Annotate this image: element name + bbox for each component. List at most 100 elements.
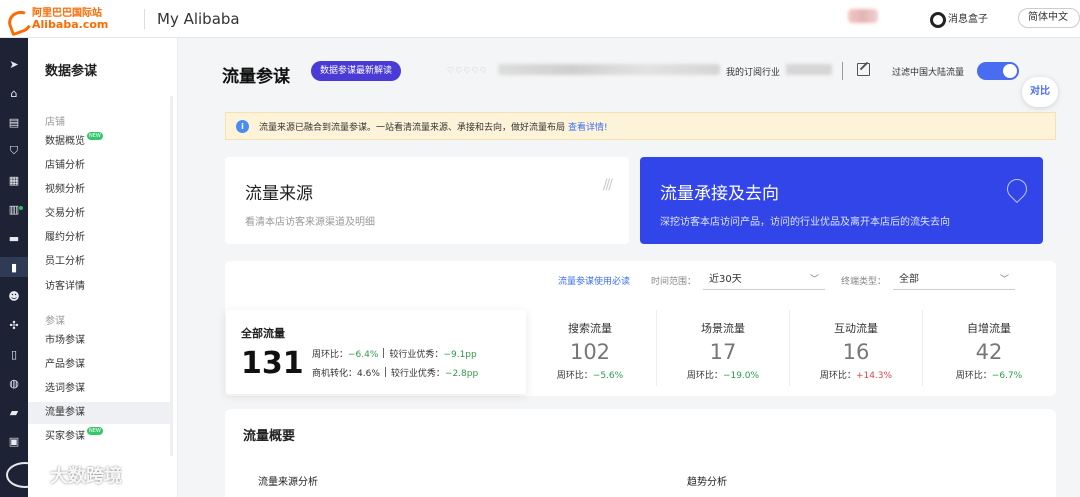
user-avatar[interactable]: [848, 9, 878, 23]
notice-text: 流量来源已融合到流量参谋。一站看清流量来源、承接和去向，做好流量布局: [259, 122, 566, 133]
side-menu: 数据参谋 店铺 数据概览 NEW 店铺分析 视频分析 交易分析 履约分析 员工分析…: [28, 38, 178, 497]
menu-item-traffic-advisor[interactable]: 流量参谋: [28, 402, 170, 424]
home-icon[interactable]: ⌂: [0, 83, 28, 103]
chevron-down-icon: ﹀: [809, 275, 819, 285]
menu-title: 数据参谋: [45, 64, 98, 79]
logo-en-text: Alibaba.com: [32, 17, 109, 31]
top-bar: 阿里巴巴国际站 Alibaba.com My Alibaba: [0, 0, 1080, 38]
store-icon[interactable]: ▥: [0, 199, 28, 219]
message-box-label: 消息盒子: [948, 13, 988, 25]
card-title: 流量承接及去向: [660, 184, 779, 204]
alibaba-logo[interactable]: 阿里巴巴国际站 Alibaba.com: [6, 8, 130, 30]
watermark-logo-icon: [6, 462, 44, 488]
new-badge: NEW: [87, 132, 103, 140]
users-icon[interactable]: ☻: [0, 286, 28, 306]
total-traffic-value: 131: [241, 346, 304, 381]
traffic-destination-card[interactable]: 流量承接及去向 深挖访客本店访问产品，访问的行业优品及离开本店后的流失去向: [640, 157, 1043, 244]
language-value: 简体中文: [1028, 12, 1068, 23]
card-subtitle: 看清本店访客来源渠道及明细: [245, 217, 375, 228]
search-traffic-stat[interactable]: 搜索流量 102 周环比：−5.6%: [526, 310, 654, 390]
conversion-line: 商机转化：4.6% 较行业优秀：−2.8pp: [312, 367, 479, 379]
organic-traffic-stat[interactable]: 自增流量 42 周环比：−6.7%: [925, 310, 1053, 390]
filter-china-label: 过滤中国大陆流量: [892, 68, 965, 78]
drop-icon: [1002, 174, 1032, 204]
globe-icon[interactable]: ◍: [0, 373, 28, 393]
menu-scrollbar[interactable]: [170, 96, 173, 456]
device-type-value: 全部: [899, 274, 919, 285]
trend-analysis-heading: 趋势分析: [687, 477, 727, 488]
device-type-select[interactable]: 全部 ﹀: [893, 270, 1015, 290]
shop-name-blurred: [498, 64, 720, 75]
menu-group-shop: 店铺: [45, 117, 65, 128]
menu-item-staff-analysis[interactable]: 员工分析: [28, 251, 170, 273]
menu-item-fulfillment-analysis[interactable]: 履约分析: [28, 227, 170, 249]
network-icon[interactable]: ✣: [0, 315, 28, 335]
subscribed-industry-label: 我的订阅行业: [726, 68, 781, 78]
chart-icon[interactable]: ▮: [0, 257, 28, 277]
divider: [789, 310, 790, 386]
time-range-select[interactable]: 近30天 ﹀: [703, 270, 825, 290]
wave-icon: ///: [602, 177, 613, 193]
divider: [922, 310, 923, 386]
compare-button[interactable]: 对比: [1022, 77, 1058, 107]
divider: [656, 310, 657, 386]
notice-banner: i 流量来源已融合到流量参谋。一站看清流量来源、承接和去向，做好流量布局 查看详…: [225, 112, 1056, 140]
rating-stars: ♡♡♡♡♡: [447, 66, 488, 75]
industry-wow-value: −9.1pp: [443, 350, 477, 360]
watermark: 大数跨境: [6, 462, 122, 488]
source-analysis-heading: 流量来源分析: [258, 477, 318, 488]
device-type-label: 终端类型：: [841, 277, 887, 287]
conversion-industry-value: −2.8pp: [444, 369, 479, 379]
conversion-value: 4.6%: [357, 369, 380, 379]
send-icon[interactable]: ➤: [0, 54, 28, 74]
card-title: 流量来源: [245, 184, 313, 204]
menu-item-video-analysis[interactable]: 视频分析: [28, 179, 170, 201]
alibaba-logo-icon: [6, 8, 32, 30]
icon-rail: ➤ ⌂ ▤ ⛉ ▦ ▥ ▬ ▮ ☻ ✣ ▯ ◍ ▰ ▣: [0, 38, 28, 497]
interaction-traffic-stat[interactable]: 互动流量 16 周环比：+14.3%: [792, 310, 920, 390]
app-title[interactable]: My Alibaba: [157, 10, 240, 28]
chat-icon[interactable]: ▬: [0, 228, 28, 248]
language-select[interactable]: 简体中文: [1018, 8, 1080, 28]
menu-item-shop-analysis[interactable]: 店铺分析: [28, 155, 170, 177]
calendar-icon[interactable]: ▤: [0, 112, 28, 132]
toggle-knob: [1003, 64, 1017, 78]
menu-item-visitor-details[interactable]: 访客详情: [28, 276, 170, 298]
document-icon[interactable]: ▯: [0, 344, 28, 364]
menu-item-trade-analysis[interactable]: 交易分析: [28, 203, 170, 225]
bank-icon[interactable]: ▣: [0, 431, 28, 451]
filter-china-toggle[interactable]: [977, 62, 1019, 80]
scene-traffic-stat[interactable]: 场景流量 17 周环比：−19.0%: [659, 310, 787, 390]
chevron-down-icon: ﹀: [999, 275, 1009, 285]
info-icon: i: [236, 119, 249, 133]
grid-icon[interactable]: ▦: [0, 170, 28, 190]
message-box-button[interactable]: 消息盒子: [928, 9, 988, 28]
new-badge: NEW: [87, 427, 103, 435]
message-box-icon: [928, 9, 946, 28]
menu-item-buyer-advisor[interactable]: 买家参谋 NEW: [28, 426, 170, 448]
card-subtitle: 深挖访客本店访问产品，访问的行业优品及离开本店后的流失去向: [660, 217, 950, 228]
menu-item-data-overview[interactable]: 数据概览 NEW: [28, 131, 170, 153]
time-range-label: 时间范围：: [651, 277, 697, 287]
divider: [842, 62, 843, 80]
usage-guide-link[interactable]: 流量参谋使用必读: [558, 274, 630, 287]
overview-title: 流量概要: [243, 429, 296, 444]
truck-icon[interactable]: ▰: [0, 402, 28, 422]
page-title: 流量参谋: [222, 67, 290, 87]
menu-item-product-advisor[interactable]: 产品参谋: [28, 354, 170, 376]
menu-item-market-advisor[interactable]: 市场参谋: [28, 330, 170, 352]
latest-insight-button[interactable]: 数据参谋最新解读: [311, 61, 402, 81]
wow-value: −6.4%: [348, 350, 379, 360]
menu-group-advisor: 参谋: [45, 316, 65, 327]
menu-item-keyword-advisor[interactable]: 选词参谋: [28, 378, 170, 400]
logo-cn-text: 阿里巴巴国际站: [32, 7, 102, 19]
total-traffic-title: 全部流量: [241, 327, 285, 340]
status-dot: [19, 206, 23, 210]
shield-icon[interactable]: ⛉: [0, 141, 28, 161]
notice-details-link[interactable]: 查看详情!: [568, 120, 608, 133]
total-traffic-card[interactable]: 全部流量 131 周环比：−6.4% 较行业优秀：−9.1pp 商机转化：4.6%…: [226, 310, 526, 394]
time-range-value: 近30天: [709, 274, 742, 285]
edit-icon[interactable]: [857, 63, 870, 76]
divider: [144, 8, 145, 29]
traffic-source-card[interactable]: 流量来源 看清本店访客来源渠道及明细 ///: [225, 157, 629, 244]
